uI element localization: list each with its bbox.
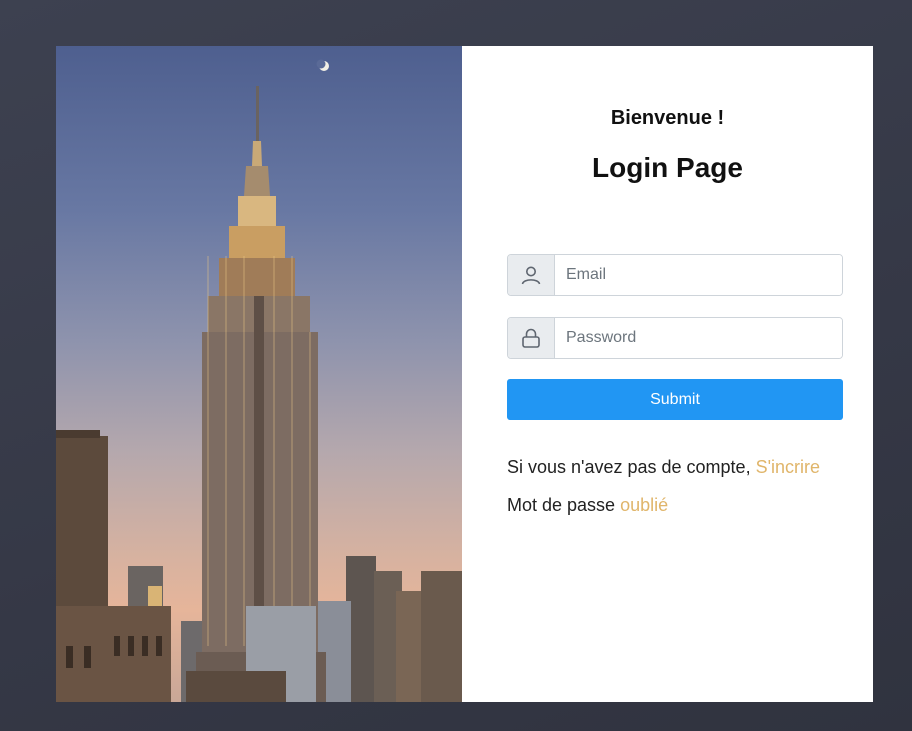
signup-prefix: Si vous n'avez pas de compte, bbox=[507, 457, 751, 477]
page-title: Login Page bbox=[592, 152, 743, 183]
submit-button[interactable]: Submit bbox=[507, 379, 843, 420]
welcome-heading: Bienvenue ! bbox=[610, 107, 725, 129]
forgot-prefix: Mot de passe bbox=[507, 495, 616, 515]
email-input[interactable] bbox=[555, 255, 842, 295]
forgot-password-link[interactable]: oublié bbox=[620, 495, 668, 515]
signup-line: Si vous n'avez pas de compte, S'incrire bbox=[507, 457, 820, 478]
password-input-group bbox=[507, 317, 843, 359]
lock-icon bbox=[508, 318, 555, 358]
empire-state-building-photo bbox=[56, 46, 462, 702]
login-card: Bienvenue ! Login Page Submit Si vo bbox=[56, 46, 873, 702]
login-form-panel: Bienvenue ! Login Page Submit Si vo bbox=[462, 46, 873, 702]
forgot-password-line: Mot de passe oublié bbox=[507, 495, 668, 516]
user-icon bbox=[508, 255, 555, 295]
signup-link[interactable]: S'incrire bbox=[756, 457, 820, 477]
city-skyline-illustration bbox=[56, 59, 462, 702]
password-input[interactable] bbox=[555, 318, 842, 358]
email-input-group bbox=[507, 254, 843, 296]
